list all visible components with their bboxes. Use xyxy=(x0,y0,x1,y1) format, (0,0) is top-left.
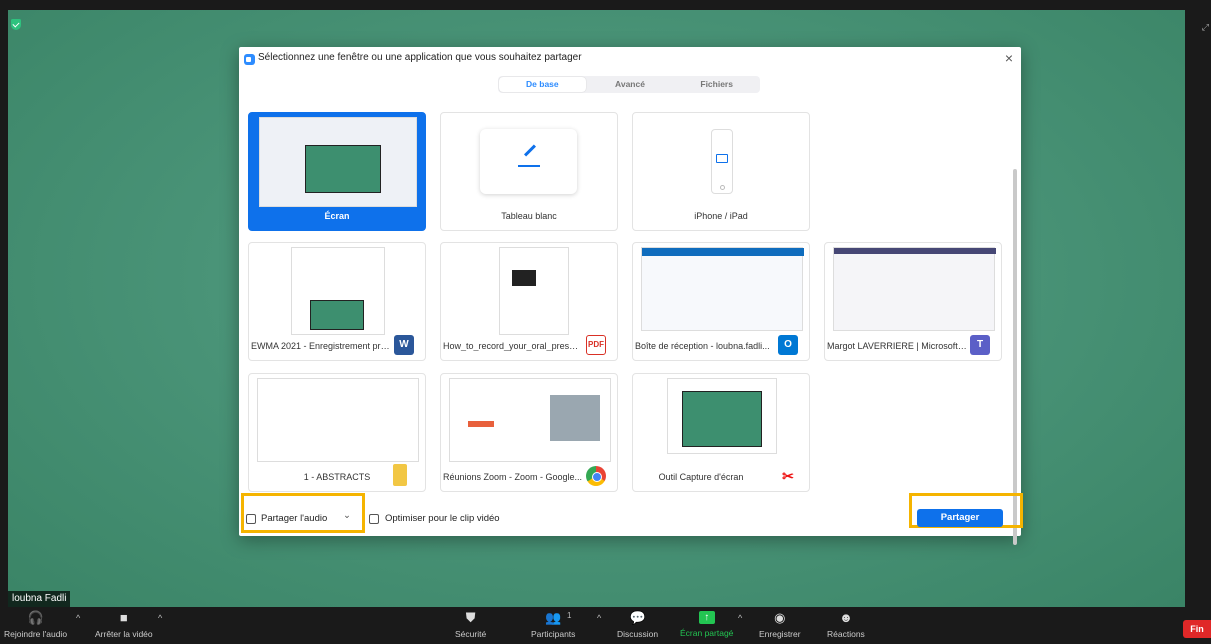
share-screen-button[interactable]: ↑ Écran partagé xyxy=(680,611,733,638)
folder-icon xyxy=(393,464,407,486)
end-meeting-button[interactable]: Fin xyxy=(1183,620,1211,638)
source-label: Outil Capture d'écran xyxy=(658,472,744,482)
source-label: iPhone / iPad xyxy=(694,211,748,221)
source-window-teams[interactable]: Margot LAVERRIERE | Microsoft T... T xyxy=(824,242,1002,361)
source-window-chrome[interactable]: Réunions Zoom - Zoom - Google... xyxy=(440,373,618,492)
share-screen-icon: ↑ xyxy=(698,611,715,624)
encryption-shield-icon[interactable] xyxy=(11,19,21,30)
record-icon: ◉ xyxy=(774,610,786,625)
source-label: EWMA 2021 - Enregistrement pré... xyxy=(251,341,391,351)
optimize-video-checkbox[interactable] xyxy=(369,514,379,524)
source-window-word[interactable]: EWMA 2021 - Enregistrement pré... W xyxy=(248,242,426,361)
source-label: Tableau blanc xyxy=(501,211,557,221)
participants-icon: 👥 xyxy=(545,610,562,625)
chevron-up-icon[interactable]: ^ xyxy=(76,613,80,623)
iphone-icon xyxy=(711,129,733,194)
chat-button[interactable]: 💬 Discussion xyxy=(617,610,658,640)
stop-video-button[interactable]: ■ Arrêter la vidéo xyxy=(95,610,153,640)
share-button[interactable]: Partager xyxy=(917,509,1003,527)
share-source-grid: Écran Tableau blanc iPhone / iPad EWMA 2… xyxy=(239,105,1021,545)
window-thumbnail xyxy=(833,247,996,331)
window-thumbnail xyxy=(449,378,611,462)
source-iphone-ipad[interactable]: iPhone / iPad xyxy=(632,112,810,231)
source-window-folder[interactable]: 1 - ABSTRACTS xyxy=(248,373,426,492)
chat-bubble-icon: 💬 xyxy=(629,610,646,625)
window-thumbnail xyxy=(257,378,419,462)
zoom-logo-icon xyxy=(244,54,255,65)
shield-icon: ⛊ xyxy=(465,610,476,625)
share-screen-dialog: Sélectionnez une fenêtre ou une applicat… xyxy=(239,47,1023,545)
source-label: Boîte de réception - loubna.fadli... xyxy=(635,341,770,351)
source-whiteboard[interactable]: Tableau blanc xyxy=(440,112,618,231)
share-audio-label[interactable]: Partager l'audio xyxy=(261,513,327,524)
join-audio-button[interactable]: 🎧 Rejoindre l'audio xyxy=(4,610,67,640)
emoji-icon: ☻ xyxy=(839,610,853,625)
chevron-up-icon[interactable]: ^ xyxy=(158,613,162,623)
pdf-icon: PDF xyxy=(586,335,606,355)
optimize-video-label[interactable]: Optimiser pour le clip vidéo xyxy=(385,513,500,524)
headphones-icon: 🎧 xyxy=(27,610,44,625)
chevron-down-icon[interactable]: ⌄ xyxy=(343,510,351,521)
close-icon[interactable]: × xyxy=(1005,50,1013,66)
record-button[interactable]: ◉ Enregistrer xyxy=(759,610,801,640)
share-tabs: De base Avancé Fichiers xyxy=(498,76,760,93)
snipping-tool-icon: ✂ xyxy=(778,466,798,486)
participant-name-tag: loubna Fadli xyxy=(8,591,71,607)
right-edge: ⤢ xyxy=(1185,0,1211,644)
meeting-toolbar: 🎧 Rejoindre l'audio ^ ■ Arrêter la vidéo… xyxy=(0,607,1211,644)
dialog-scrollbar[interactable] xyxy=(1013,169,1017,545)
security-button[interactable]: ⛊ Sécurité xyxy=(455,610,486,640)
window-thumbnail xyxy=(641,247,804,331)
source-label: Réunions Zoom - Zoom - Google... xyxy=(443,472,583,482)
chevron-up-icon[interactable]: ^ xyxy=(738,613,742,623)
window-thumbnail xyxy=(667,378,777,454)
source-label: Écran xyxy=(324,211,350,221)
screen-thumbnail xyxy=(259,117,417,207)
whiteboard-icon xyxy=(480,129,577,194)
tab-basic[interactable]: De base xyxy=(499,77,586,92)
source-label: How_to_record_your_oral_present... xyxy=(443,341,583,351)
window-thumbnail xyxy=(499,247,569,335)
dialog-title: Sélectionnez une fenêtre ou une applicat… xyxy=(258,52,582,63)
outlook-icon: O xyxy=(778,335,798,355)
reactions-button[interactable]: ☻ Réactions xyxy=(827,610,865,640)
teams-icon: T xyxy=(970,335,990,355)
participants-count: 1 xyxy=(567,611,572,620)
tab-advanced[interactable]: Avancé xyxy=(587,76,674,93)
chevron-up-icon[interactable]: ^ xyxy=(597,613,601,623)
dialog-header: Sélectionnez une fenêtre ou une applicat… xyxy=(239,47,1021,71)
source-window-pdf[interactable]: How_to_record_your_oral_present... PDF xyxy=(440,242,618,361)
window-thumbnail xyxy=(291,247,385,335)
video-camera-icon: ■ xyxy=(119,610,128,625)
dialog-footer: Partager l'audio ⌄ Optimiser pour le cli… xyxy=(239,493,1023,536)
source-screen[interactable]: Écran xyxy=(248,112,426,231)
share-audio-checkbox[interactable] xyxy=(246,514,256,524)
chrome-icon xyxy=(586,466,606,486)
source-label: Margot LAVERRIERE | Microsoft T... xyxy=(827,341,967,351)
source-window-snipping[interactable]: Outil Capture d'écran ✂ xyxy=(632,373,810,492)
word-icon: W xyxy=(394,335,414,355)
tab-files[interactable]: Fichiers xyxy=(673,76,760,93)
expand-icon[interactable]: ⤢ xyxy=(1202,22,1209,33)
meeting-window: ⤢ loubna Fadli Sélectionnez une fenêtre … xyxy=(0,0,1211,644)
source-window-outlook[interactable]: Boîte de réception - loubna.fadli... O xyxy=(632,242,810,361)
